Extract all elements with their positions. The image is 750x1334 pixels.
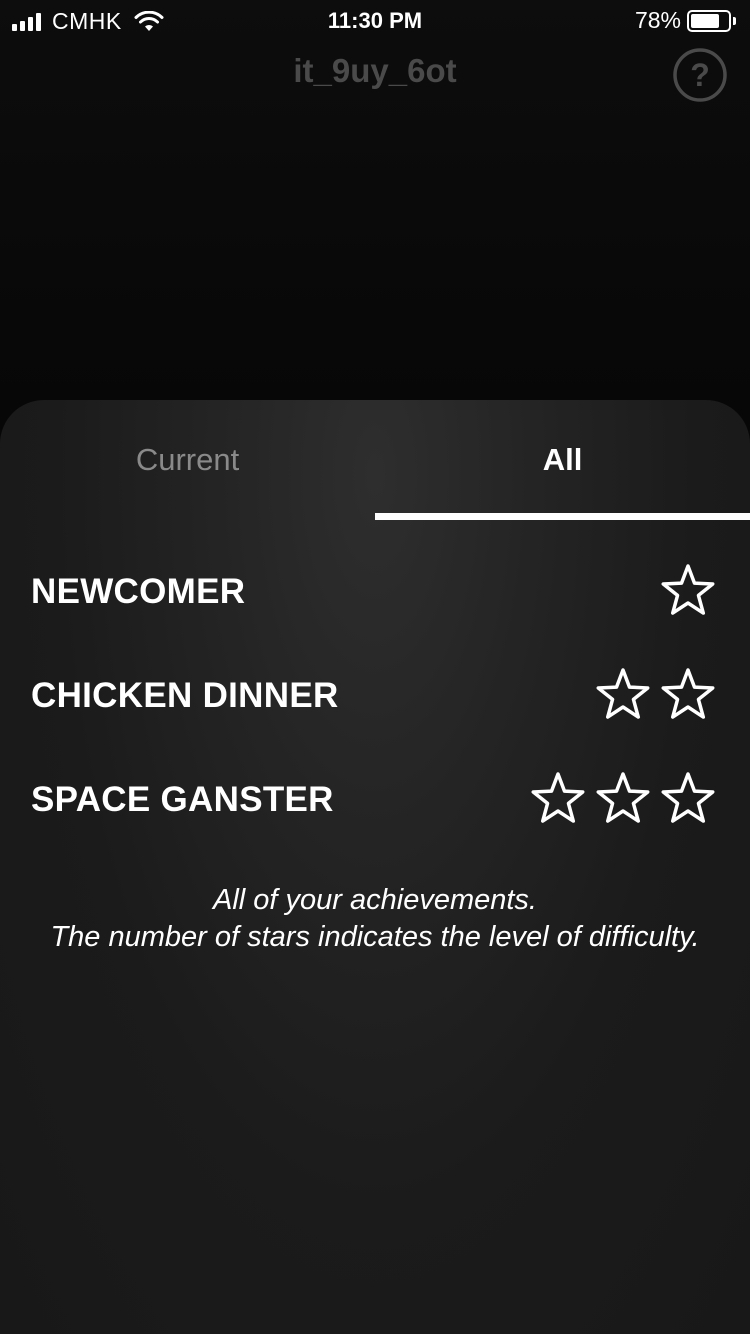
battery-tip	[733, 16, 736, 25]
achievement-row-newcomer: NEWCOMER	[0, 552, 750, 632]
achievements-description: All of your achievements. The number of …	[40, 882, 710, 956]
achievement-title: CHICKEN DINNER	[31, 676, 339, 715]
tab-all[interactable]: All	[375, 400, 750, 520]
description-line-1: All of your achievements.	[213, 884, 537, 916]
status-bar-right: 78%	[635, 7, 736, 34]
achievement-row-space-ganster: SPACE GANSTER	[0, 760, 750, 840]
description-line-2: The number of stars indicates the level …	[50, 921, 700, 953]
star-icon	[661, 772, 715, 823]
tab-current[interactable]: Current	[0, 400, 375, 520]
achievements-screen: CMHK 11:30 PM 78% it_9uy_6ot ? Current A…	[0, 0, 750, 1334]
question-circle-icon[interactable]: ?	[672, 47, 728, 103]
battery-percent: 78%	[634, 7, 681, 33]
star-icon	[596, 668, 650, 719]
tab-bar: Current All	[0, 400, 750, 520]
tab-selected-indicator	[375, 513, 750, 520]
achievement-row-chicken-dinner: CHICKEN DINNER	[0, 656, 750, 736]
achievement-stars	[586, 666, 716, 722]
achievements-sheet: Current All NEWCOMER CHICKEN DINNER SPAC…	[0, 400, 750, 1334]
achievement-stars	[521, 770, 716, 826]
star-icon	[661, 668, 715, 719]
svg-text:?: ?	[690, 57, 710, 93]
page-title: it_9uy_6ot	[293, 52, 457, 89]
achievement-title: NEWCOMER	[31, 572, 246, 611]
star-icon	[531, 772, 585, 823]
achievement-stars	[651, 562, 716, 618]
star-icon	[596, 772, 650, 823]
star-icon	[661, 564, 715, 615]
achievement-title: SPACE GANSTER	[31, 780, 334, 819]
battery-level-fill	[691, 13, 720, 28]
status-bar: CMHK 11:30 PM 78%	[0, 0, 750, 40]
battery-icon	[687, 9, 731, 32]
